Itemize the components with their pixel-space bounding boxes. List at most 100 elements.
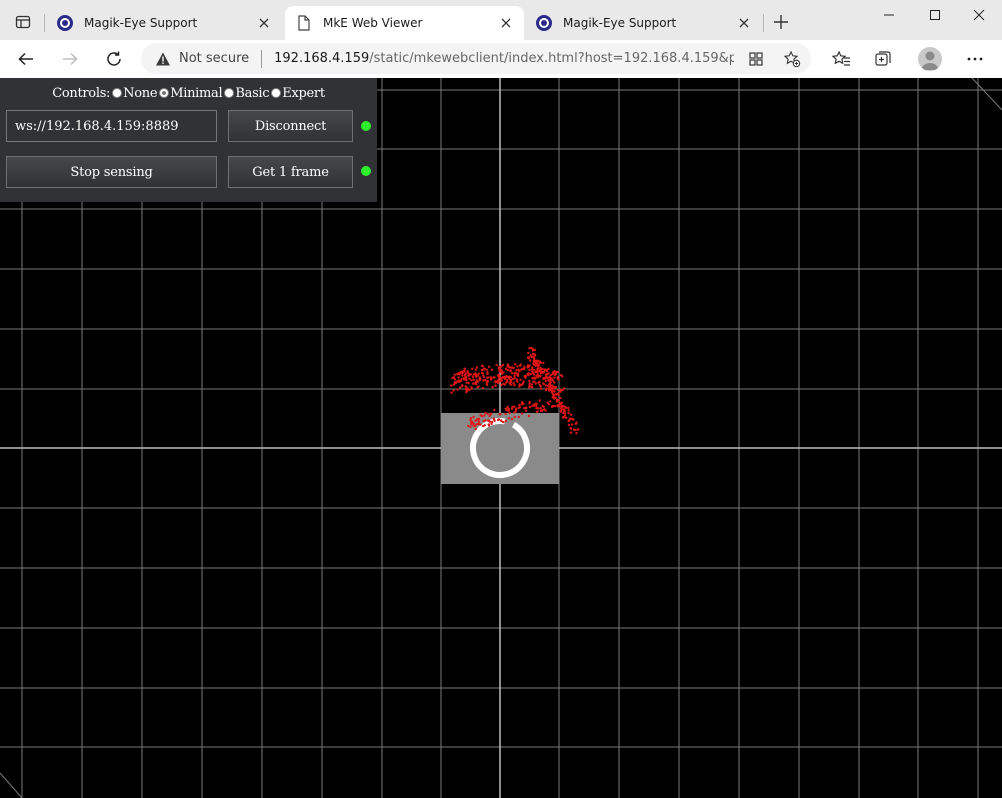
point [463, 369, 466, 372]
radio-expert-label[interactable]: Expert [282, 86, 325, 101]
point [493, 408, 496, 412]
tab-actions-icon[interactable] [8, 9, 38, 35]
point [477, 385, 480, 388]
point [553, 370, 556, 373]
close-tab-icon[interactable] [736, 15, 752, 31]
point [527, 351, 530, 355]
point [520, 368, 523, 371]
websocket-url-input[interactable] [6, 110, 217, 142]
point [465, 389, 469, 393]
point [480, 371, 484, 375]
point [479, 423, 482, 426]
point [544, 384, 547, 387]
tab-bar: Magik-Eye Support MkE Web Viewer Magik-E… [0, 0, 1002, 40]
forward-arrow-icon[interactable] [55, 44, 85, 74]
favorites-icon[interactable] [828, 46, 854, 72]
address-bar[interactable]: Not secure 192.168.4.159/static/mkewebcl… [141, 43, 811, 74]
point [569, 431, 573, 434]
point [524, 409, 528, 412]
minimize-icon[interactable] [866, 0, 912, 30]
point [553, 381, 556, 384]
point [504, 412, 507, 416]
radio-basic-label[interactable]: Basic [235, 86, 269, 101]
point [469, 418, 472, 422]
point [484, 411, 487, 415]
point [529, 372, 532, 376]
back-arrow-icon[interactable] [11, 44, 41, 74]
tab-mke-web-viewer[interactable]: MkE Web Viewer [285, 6, 524, 40]
point [506, 368, 510, 372]
point [530, 383, 534, 386]
point [465, 381, 469, 384]
point [544, 380, 547, 383]
maximize-icon[interactable] [912, 0, 958, 30]
point [474, 427, 477, 431]
point [518, 405, 522, 409]
point [474, 368, 477, 371]
point [475, 375, 478, 378]
security-status[interactable]: Not secure [179, 51, 249, 66]
warning-icon[interactable] [155, 51, 171, 67]
point [482, 374, 485, 377]
point [516, 380, 519, 383]
point-cloud-viewport[interactable]: Controls: None Minimal Basic Expert Disconne… [0, 78, 1002, 798]
point [470, 379, 473, 382]
url-path: /static/mkewebclient/index.html?host=192… [369, 51, 735, 66]
refresh-icon[interactable] [99, 44, 129, 74]
collections-icon[interactable] [870, 46, 896, 72]
point [465, 378, 468, 381]
point [481, 386, 484, 390]
more-icon[interactable] [962, 46, 988, 72]
point [518, 370, 521, 373]
point [510, 417, 514, 421]
point [561, 375, 564, 378]
close-tab-icon[interactable] [498, 15, 514, 31]
add-favorite-icon[interactable] [783, 50, 801, 68]
point [545, 369, 548, 372]
point [530, 346, 533, 350]
point [508, 381, 512, 384]
point [527, 414, 531, 418]
point [459, 379, 462, 383]
radio-expert[interactable] [271, 88, 282, 98]
get-one-frame-button[interactable]: Get 1 frame [228, 156, 353, 188]
new-tab-icon[interactable] [770, 11, 792, 33]
point [457, 376, 460, 379]
point [520, 383, 523, 387]
point [497, 418, 501, 421]
profile-avatar[interactable] [918, 47, 942, 71]
point [524, 406, 528, 410]
apps-icon[interactable] [747, 50, 765, 68]
radio-minimal[interactable] [159, 88, 170, 98]
point [519, 378, 522, 381]
point [553, 376, 556, 379]
point [538, 399, 541, 402]
point [494, 384, 497, 387]
tab-magik-eye-support-1[interactable]: Magik-Eye Support [46, 6, 282, 40]
point [469, 373, 473, 376]
point [504, 419, 507, 423]
point [534, 354, 537, 357]
url-text[interactable]: 192.168.4.159/static/mkewebclient/index.… [274, 51, 734, 66]
stop-sensing-button[interactable]: Stop sensing [6, 156, 217, 188]
close-tab-icon[interactable] [256, 15, 272, 31]
point [464, 385, 467, 388]
radio-minimal-label[interactable]: Minimal [170, 86, 222, 101]
point [458, 386, 462, 389]
point [470, 387, 473, 390]
radio-none[interactable] [112, 88, 123, 98]
disconnect-button[interactable]: Disconnect [228, 110, 353, 142]
point [542, 370, 545, 374]
point [556, 388, 560, 392]
tab-separator [763, 14, 764, 32]
point [487, 365, 491, 368]
tab-magik-eye-support-2[interactable]: Magik-Eye Support [525, 6, 762, 40]
radio-none-label[interactable]: None [123, 86, 157, 101]
point [486, 412, 489, 416]
point [480, 364, 484, 367]
point [493, 419, 496, 422]
point [527, 372, 530, 375]
point [570, 417, 574, 420]
radio-basic[interactable] [224, 88, 235, 98]
close-window-icon[interactable] [956, 0, 1002, 30]
